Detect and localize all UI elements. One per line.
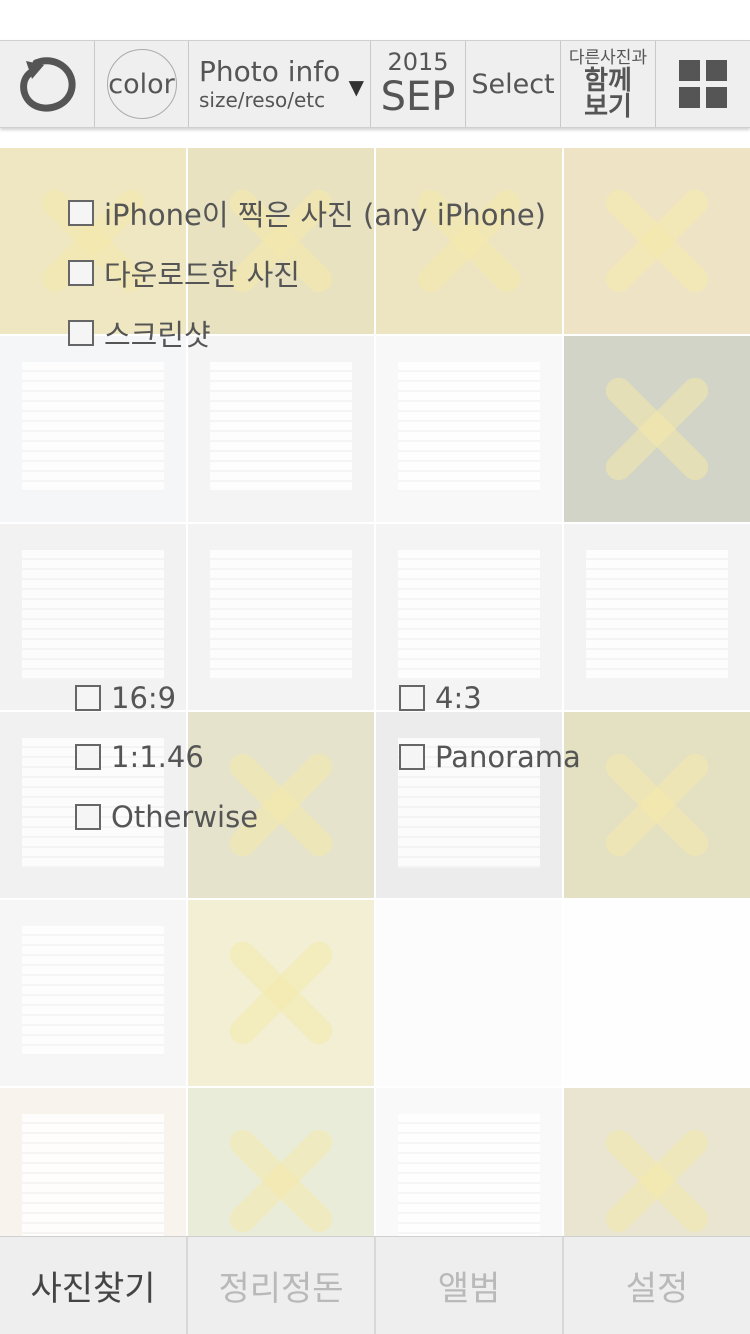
undo-button[interactable] (0, 41, 95, 127)
tab-settings[interactable]: 설정 (564, 1237, 750, 1334)
filter-ratio-otherwise[interactable]: Otherwise (75, 800, 258, 834)
view-with-others-button[interactable]: 다른사진과 함께 보기 (561, 41, 656, 127)
checkbox-icon[interactable] (75, 744, 101, 770)
view-with-others-line1: 다른사진과 (568, 48, 648, 68)
checkbox-icon[interactable] (399, 744, 425, 770)
filter-ratio-otherwise-label: Otherwise (111, 800, 259, 834)
filter-ratio-1-146[interactable]: 1:1.46 (75, 740, 204, 774)
filter-ratio-panorama-label: Panorama (435, 740, 581, 774)
undo-icon (20, 57, 76, 112)
date-year: 2015 (387, 48, 449, 76)
filter-downloaded[interactable]: 다운로드한 사진 (68, 252, 300, 294)
photo-info-subtitle: size/reso/etc (199, 88, 326, 112)
tab-organize[interactable]: 정리정돈 (188, 1237, 376, 1334)
date-month: SEP (380, 74, 456, 120)
grid-icon (679, 60, 727, 108)
filter-ratio-4-3[interactable]: 4:3 (399, 681, 482, 715)
filter-iphone[interactable]: iPhone이 찍은 사진 (any iPhone) (68, 192, 546, 234)
tab-album[interactable]: 앨범 (376, 1237, 564, 1334)
filter-downloaded-label: 다운로드한 사진 (104, 258, 300, 292)
checkbox-icon[interactable] (68, 200, 94, 226)
filter-screenshot-label: 스크린샷 (104, 318, 211, 352)
caret-down-icon: ▼ (348, 75, 364, 99)
grid-view-button[interactable] (656, 41, 750, 127)
filter-ratio-16-9-label: 16:9 (111, 681, 177, 715)
checkbox-icon[interactable] (68, 260, 94, 286)
filter-screenshot[interactable]: 스크린샷 (68, 312, 211, 354)
filter-iphone-label: iPhone이 찍은 사진 (any iPhone) (104, 198, 546, 232)
tab-find-photos[interactable]: 사진찾기 (0, 1237, 188, 1334)
select-button[interactable]: Select (466, 41, 561, 127)
checkbox-icon[interactable] (399, 685, 425, 711)
date-selector[interactable]: 2015 SEP (371, 41, 466, 127)
filter-ratio-4-3-label: 4:3 (435, 681, 482, 715)
checkbox-icon[interactable] (75, 804, 101, 830)
color-button-label: color (106, 49, 177, 119)
filter-ratio-panorama[interactable]: Panorama (399, 740, 581, 774)
color-filter-button[interactable]: color (95, 41, 189, 127)
filter-ratio-16-9[interactable]: 16:9 (75, 681, 176, 715)
photo-info-title: Photo info (199, 55, 341, 88)
checkbox-icon[interactable] (68, 320, 94, 346)
filter-ratio-1-146-label: 1:1.46 (111, 740, 204, 774)
view-with-others-line2: 함께 (584, 66, 632, 96)
bottom-tab-bar: 사진찾기 정리정돈 앨범 설정 (0, 1236, 750, 1334)
checkbox-icon[interactable] (75, 685, 101, 711)
view-with-others-line3: 보기 (584, 92, 632, 122)
top-toolbar: color Photo info size/reso/etc ▼ 2015 SE… (0, 40, 750, 128)
photo-info-dropdown[interactable]: Photo info size/reso/etc ▼ (189, 41, 371, 127)
